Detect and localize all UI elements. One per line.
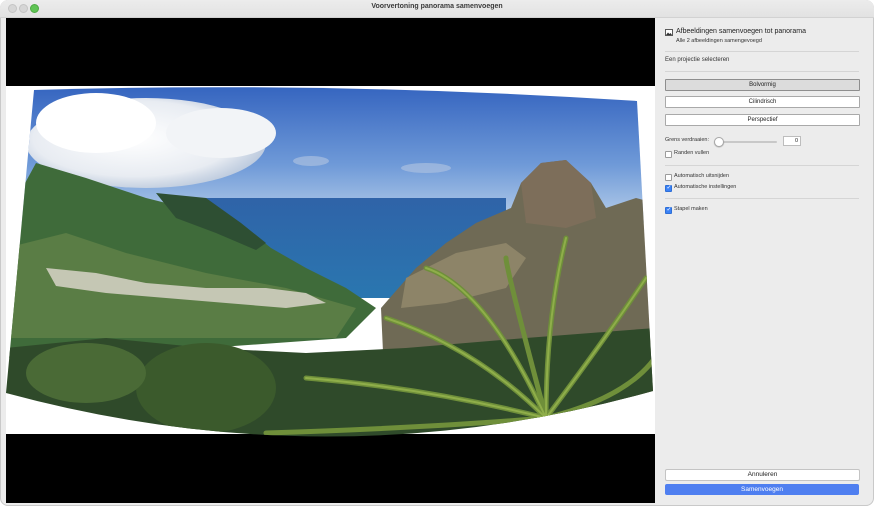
checkmark-icon: ✓: [666, 185, 672, 191]
boundary-warp-track[interactable]: [715, 141, 777, 143]
panorama-preview: [6, 18, 655, 503]
auto-crop-checkbox[interactable]: [665, 174, 672, 181]
cancel-button[interactable]: Annuleren: [665, 469, 860, 481]
panorama-image: [6, 87, 653, 437]
panorama-merge-window: Voorvertoning panorama samenvoegen Afbee…: [0, 0, 874, 506]
auto-crop-label: Automatisch uitsnijden: [674, 173, 730, 179]
auto-settings-label: Automatische instellingen: [674, 184, 737, 190]
create-stack-label: Stapel maken: [674, 206, 708, 212]
divider: [665, 71, 859, 72]
divider: [665, 198, 859, 199]
divider: [665, 165, 859, 166]
fill-edges-checkbox[interactable]: [665, 151, 672, 158]
merge-settings-panel: Afbeeldingen samenvoegen tot panorama Al…: [655, 18, 868, 503]
boundary-warp-label: Grens verdraaien:: [665, 137, 710, 143]
checkmark-icon: ✓: [666, 207, 672, 213]
projection-cylindrical-button[interactable]: Cilindrisch: [665, 96, 860, 108]
projection-perspective-button[interactable]: Perspectief: [665, 114, 860, 126]
panel-title: Afbeeldingen samenvoegen tot panorama: [676, 28, 806, 35]
create-stack-checkbox[interactable]: ✓: [665, 207, 672, 214]
merge-status: Alle 2 afbeeldingen samengevoegd: [676, 38, 762, 44]
boundary-warp-value[interactable]: 0: [783, 136, 801, 146]
fill-edges-label: Randen vullen: [674, 150, 710, 156]
auto-settings-checkbox[interactable]: ✓: [665, 185, 672, 192]
image-icon: [665, 29, 673, 36]
divider: [665, 51, 859, 52]
title-bar: Voorvertoning panorama samenvoegen: [0, 0, 874, 18]
merge-button[interactable]: Samenvoegen: [665, 484, 859, 495]
window-title: Voorvertoning panorama samenvoegen: [371, 3, 503, 10]
boundary-warp-slider[interactable]: [714, 137, 724, 147]
projection-label: Een projectie selecteren: [665, 57, 730, 63]
projection-spherical-button[interactable]: Bolvormig: [665, 79, 860, 91]
